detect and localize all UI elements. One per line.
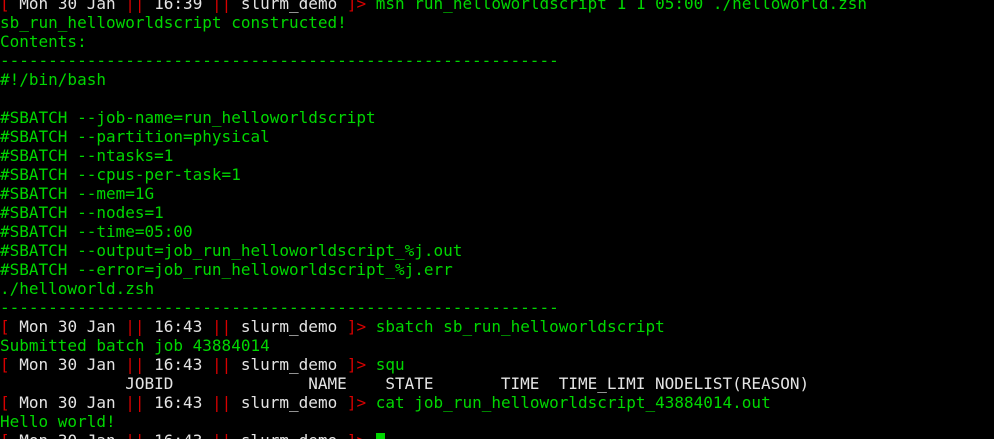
prompt-separator: || [125,431,144,439]
prompt-date: Mon 30 Jan [19,0,116,13]
output-text: #SBATCH --job-name=run_helloworldscript [0,108,376,127]
prompt-arrow: ]> [346,0,367,13]
output-text: Hello world! [0,412,116,431]
output-line: #SBATCH --cpus-per-task=1 [0,165,994,184]
command-text: squ [375,355,405,374]
output-line: Hello world! [0,412,994,431]
text-cursor[interactable] [375,433,385,439]
prompt-time: 16:43 [154,393,203,412]
output-line: #SBATCH --output=job_run_helloworldscrip… [0,241,994,260]
prompt-separator: || [211,393,232,412]
prompt-arrow: ]> [346,317,367,336]
output-line: ----------------------------------------… [0,298,994,317]
output-line: #SBATCH --time=05:00 [0,222,994,241]
output-text: Contents: [0,32,87,51]
output-line: #!/bin/bash [0,70,994,89]
command-text: sbatch sb_run_helloworldscript [375,317,665,336]
prompt-time: 16:43 [154,317,203,336]
output-line: #SBATCH --partition=physical [0,127,994,146]
output-line: #SBATCH --error=job_run_helloworldscript… [0,260,994,279]
output-line: ----------------------------------------… [0,51,994,70]
prompt-arrow: ]> [347,431,366,439]
output-text: ----------------------------------------… [0,298,559,317]
prompt-date: Mon 30 Jan [19,393,116,412]
output-text: #SBATCH --mem=1G [0,184,155,203]
prompt-separator: || [212,431,231,439]
prompt-separator: || [211,0,232,13]
output-text: #SBATCH --time=05:00 [0,222,193,241]
prompt-separator: || [211,355,232,374]
prompt-separator: || [125,317,145,336]
prompt-open-bracket: [ [0,355,10,374]
prompt-date: Mon 30 Jan [19,355,116,374]
prompt-line: [ Mon 30 Jan || 16:43 || slurm_demo ]> c… [0,393,994,412]
output-text: #SBATCH --partition=physical [0,127,270,146]
output-line: JOBID NAME STATE TIME TIME_LIMI NODELIST… [0,374,994,393]
prompt-time: 16:43 [154,431,202,439]
prompt-separator: || [125,393,145,412]
output-text: sb_run_helloworldscript constructed! [0,13,347,32]
prompt-line: [ Mon 30 Jan || 16:39 || slurm_demo ]> m… [0,0,994,13]
prompt-directory: slurm_demo [240,393,338,412]
output-text: #SBATCH --nodes=1 [0,203,164,222]
prompt-directory: slurm_demo [240,317,338,336]
command-text: msh run_helloworldscript 1 1 05:00 ./hel… [375,0,868,13]
output-text: #SBATCH --output=job_run_helloworldscrip… [0,241,463,260]
terminal-window[interactable]: [ Mon 30 Jan || 16:39 || slurm_demo ]> m… [0,0,994,439]
prompt-date: Mon 30 Jan [19,317,116,336]
output-text: Submitted batch job 43884014 [0,336,270,355]
prompt-separator: || [211,317,232,336]
prompt-arrow: ]> [346,393,367,412]
output-line: #SBATCH --ntasks=1 [0,146,994,165]
prompt-separator: || [125,355,145,374]
prompt-date: Mon 30 Jan [19,431,115,439]
output-line: Submitted batch job 43884014 [0,336,994,355]
output-line: #SBATCH --nodes=1 [0,203,994,222]
command-text: cat job_run_helloworldscript_43884014.ou… [375,393,771,412]
prompt-separator: || [125,0,145,13]
output-line: #SBATCH --mem=1G [0,184,994,203]
output-text: #SBATCH --error=job_run_helloworldscript… [0,260,453,279]
prompt-directory: slurm_demo [241,431,337,439]
prompt-time: 16:43 [154,355,203,374]
output-text: ./helloworld.zsh [0,279,155,298]
output-text: JOBID NAME STATE TIME TIME_LIMI NODELIST… [0,374,810,393]
prompt-time: 16:39 [154,0,203,13]
prompt-directory: slurm_demo [240,355,338,374]
output-line: ./helloworld.zsh [0,279,994,298]
prompt-line: [ Mon 30 Jan || 16:43 || slurm_demo ]> s… [0,355,994,374]
output-line: #SBATCH --job-name=run_helloworldscript [0,108,994,127]
output-text: #SBATCH --cpus-per-task=1 [0,165,241,184]
prompt-arrow: ]> [346,355,367,374]
output-text: ----------------------------------------… [0,51,559,70]
output-line: Contents: [0,32,994,51]
prompt-open-bracket: [ [0,393,10,412]
prompt-open-bracket: [ [0,0,10,13]
prompt-line: [ Mon 30 Jan || 16:43 || slurm_demo ]> [0,431,994,439]
prompt-open-bracket: [ [0,317,10,336]
prompt-directory: slurm_demo [240,0,338,13]
output-line: sb_run_helloworldscript constructed! [0,13,994,32]
prompt-open-bracket: [ [0,431,10,439]
output-text: #!/bin/bash [0,70,106,89]
prompt-line: [ Mon 30 Jan || 16:43 || slurm_demo ]> s… [0,317,994,336]
output-text: #SBATCH --ntasks=1 [0,146,174,165]
